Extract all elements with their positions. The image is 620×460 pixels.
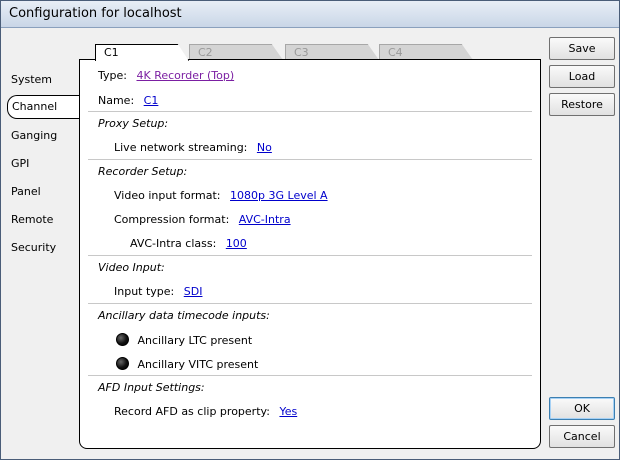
title-bar[interactable]: Configuration for localhost (1, 1, 619, 28)
video-input-format-link[interactable]: 1080p 3G Level A (230, 189, 328, 202)
tab-c1[interactable]: C1 (95, 44, 189, 61)
sidebar-item-gpi[interactable]: GPI (11, 157, 29, 170)
input-type-row: Input type: SDI (114, 285, 202, 298)
afd-input-settings-heading: AFD Input Settings: (98, 381, 205, 394)
sidebar-item-system[interactable]: System (11, 73, 52, 86)
record-afd-link[interactable]: Yes (279, 405, 297, 418)
live-streaming-row: Live network streaming: No (114, 141, 272, 154)
vitc-indicator-icon (116, 357, 129, 370)
ancillary-vitc-label: Ancillary VITC present (137, 358, 259, 371)
input-type-link[interactable]: SDI (184, 285, 203, 298)
sidebar-item-ganging[interactable]: Ganging (11, 129, 57, 142)
cancel-button[interactable]: Cancel (549, 425, 615, 448)
separator (88, 255, 532, 256)
video-input-heading: Video Input: (98, 261, 165, 274)
compression-format-row: Compression format: AVC-Intra (114, 213, 291, 226)
separator (88, 111, 532, 112)
record-afd-label: Record AFD as clip property: (114, 405, 270, 418)
ok-button[interactable]: OK (549, 397, 615, 420)
recorder-setup-heading: Recorder Setup: (98, 165, 188, 178)
name-row: Name: C1 (98, 94, 158, 107)
separator (88, 303, 532, 304)
sidebar-item-panel[interactable]: Panel (11, 185, 41, 198)
type-row: Type: 4K Recorder (Top) (98, 69, 234, 82)
sidebar-item-remote[interactable]: Remote (11, 213, 53, 226)
tab-c3[interactable]: C3 (285, 44, 379, 60)
ancillary-vitc-row: Ancillary VITC present (116, 357, 258, 371)
name-value-link[interactable]: C1 (144, 94, 159, 107)
tab-c4[interactable]: C4 (379, 44, 473, 60)
restore-button[interactable]: Restore (549, 93, 615, 116)
video-input-format-row: Video input format: 1080p 3G Level A (114, 189, 328, 202)
ancillary-ltc-label: Ancillary LTC present (137, 334, 253, 347)
record-afd-row: Record AFD as clip property: Yes (114, 405, 297, 418)
input-type-label: Input type: (114, 285, 175, 298)
separator (88, 375, 532, 376)
config-window: Configuration for localhost System Chann… (0, 0, 620, 460)
tab-c2[interactable]: C2 (189, 44, 283, 60)
avc-intra-class-label: AVC-Intra class: (130, 237, 217, 250)
proxy-setup-heading: Proxy Setup: (98, 117, 169, 130)
channel-settings-panel: Type: 4K Recorder (Top) Name: C1 Proxy S… (79, 59, 541, 449)
load-button[interactable]: Load (549, 65, 615, 88)
ancillary-timecode-heading: Ancillary data timecode inputs: (98, 309, 270, 322)
ltc-indicator-icon (116, 333, 129, 346)
save-button[interactable]: Save (549, 37, 615, 60)
separator (88, 159, 532, 160)
sidebar-item-channel[interactable]: Channel (7, 95, 80, 119)
name-label: Name: (98, 94, 135, 107)
live-streaming-label: Live network streaming: (114, 141, 248, 154)
type-label: Type: (98, 69, 127, 82)
compression-format-link[interactable]: AVC-Intra (239, 213, 291, 226)
type-value-link[interactable]: 4K Recorder (Top) (136, 69, 234, 82)
sidebar-item-security[interactable]: Security (11, 241, 56, 254)
avc-intra-class-row: AVC-Intra class: 100 (130, 237, 247, 250)
live-streaming-link[interactable]: No (257, 141, 272, 154)
ancillary-ltc-row: Ancillary LTC present (116, 333, 252, 347)
compression-format-label: Compression format: (114, 213, 230, 226)
avc-intra-class-link[interactable]: 100 (226, 237, 247, 250)
video-input-format-label: Video input format: (114, 189, 221, 202)
window-title: Configuration for localhost (9, 6, 182, 21)
